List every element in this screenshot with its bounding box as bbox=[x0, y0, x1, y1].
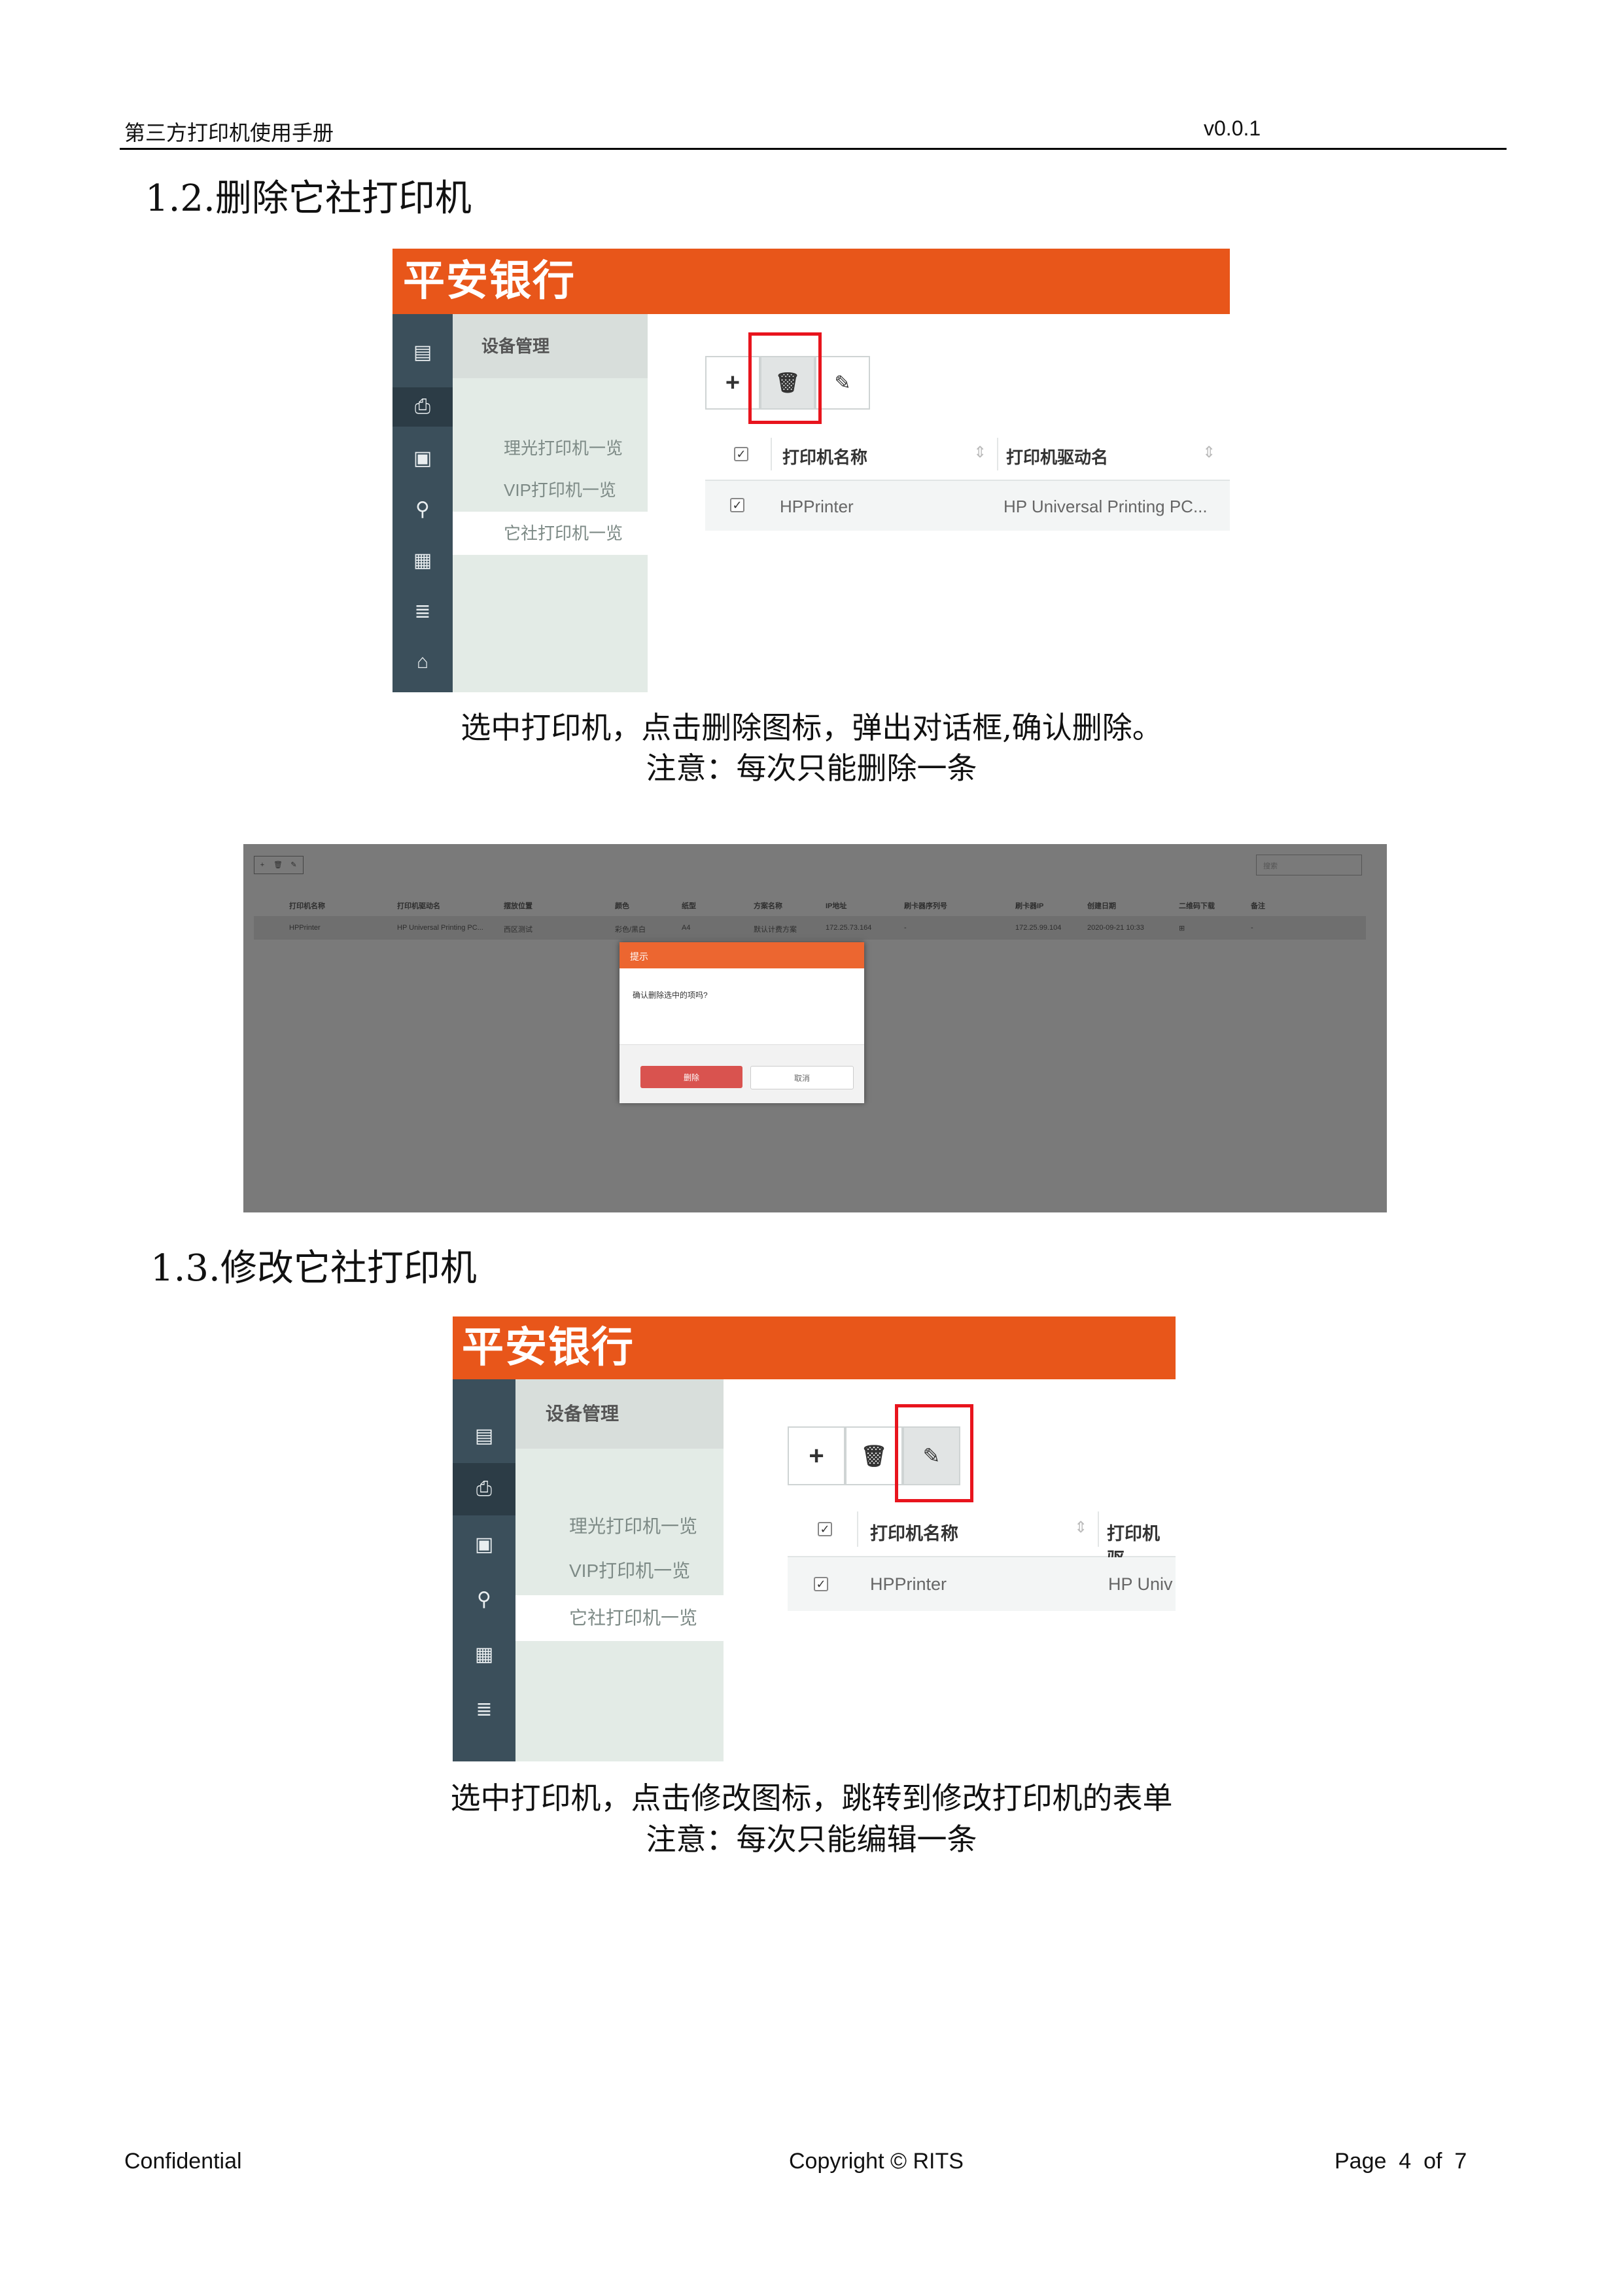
brand-logo: 平安银行 bbox=[403, 257, 576, 306]
cancel-button[interactable]: 取消 bbox=[750, 1066, 854, 1089]
database-icon[interactable]: ≣ bbox=[453, 1689, 515, 1729]
sort-icon[interactable]: ⇕ bbox=[973, 443, 986, 462]
store-icon[interactable]: ▤ bbox=[393, 332, 453, 372]
sort-icon[interactable]: ⇕ bbox=[1074, 1518, 1087, 1537]
col-printer-name[interactable]: 打印机名称 bbox=[782, 444, 867, 468]
screenshot-edit: 平安银行 ▤ ⎙ ▣ ⚲ ▦ ≣ 设备管理 理光打印机一览 VIP打印机一览 它… bbox=[453, 1316, 1176, 1761]
dialog-title: 提示 bbox=[620, 942, 864, 968]
caption-delete-2: 注意：每次只能删除一条 bbox=[646, 751, 977, 786]
nav-rail: ▤ ⎙ ▣ ⚲ ▦ ≣ bbox=[453, 1379, 515, 1761]
printer-icon[interactable]: ⎙ bbox=[453, 1463, 515, 1515]
screenshot-delete-dialog: + 🗑 ✎ 搜索 打印机名称 打印机驱动名 摆放位置 颜色 纸型 方案名称 IP… bbox=[243, 844, 1387, 1212]
caption-edit-1: 选中打印机，点击修改图标，跳转到修改打印机的表单 bbox=[450, 1780, 1173, 1816]
footer-page-number: Page 4 of 7 bbox=[1335, 2149, 1467, 2174]
confirm-dialog: 提示 确认删除选中的项吗? 删除 取消 bbox=[620, 942, 864, 1103]
confirm-delete-button[interactable]: 删除 bbox=[640, 1066, 742, 1088]
select-all-checkbox[interactable]: ✓ bbox=[818, 1522, 832, 1536]
col-header: 打印机名称 bbox=[289, 902, 325, 910]
col-header: 备注 bbox=[1251, 902, 1265, 910]
cell-printer-name: HPPrinter bbox=[780, 497, 854, 516]
menu-header: 设备管理 bbox=[453, 314, 648, 378]
add-button[interactable]: + bbox=[788, 1426, 845, 1485]
col-header: 刷卡器IP bbox=[1015, 902, 1044, 910]
search-icon[interactable]: ⚲ bbox=[453, 1580, 515, 1619]
caption-edit-2: 注意：每次只能编辑一条 bbox=[646, 1822, 977, 1857]
section-heading-edit: 1.3.修改它社打印机 bbox=[150, 1247, 477, 1290]
col-header: 打印机驱动名 bbox=[397, 902, 440, 910]
edit-icon: ✎ bbox=[834, 372, 851, 394]
col-header: 颜色 bbox=[615, 902, 629, 910]
version: v0.0.1 bbox=[1204, 116, 1261, 140]
menu-header: 设备管理 bbox=[515, 1379, 724, 1449]
manual-title: 第三方打印机使用手册 bbox=[124, 120, 334, 145]
mini-toolbar: + 🗑 ✎ bbox=[254, 856, 304, 874]
col-header: 方案名称 bbox=[754, 902, 782, 910]
footer-confidential: Confidential bbox=[124, 2149, 242, 2174]
col-driver-name[interactable]: 打印机驱动名 bbox=[1006, 444, 1108, 468]
cell-driver-name: HP Universal Printing PC... bbox=[1003, 497, 1208, 516]
table-header: ✓ 打印机名称 ⇕ 打印机驱动名 ⇕ bbox=[705, 429, 1230, 481]
nav-rail: ▤ ⎙ ▣ ⚲ ▦ ≣ ⌂ bbox=[393, 314, 453, 692]
col-header: IP地址 bbox=[826, 902, 847, 910]
table-row[interactable]: ✓ HPPrinter HP Universal Printing PC... bbox=[705, 481, 1230, 531]
table-header: ✓ 打印机名称 ⇕ 打印机驱 bbox=[788, 1502, 1176, 1569]
grid-icon[interactable]: ▦ bbox=[453, 1634, 515, 1674]
screenshot-delete: 平安银行 ▤ ⎙ ▣ ⚲ ▦ ≣ ⌂ 设备管理 理光打印机一览 VIP打印机一览… bbox=[393, 249, 1230, 692]
cell-printer-name: HPPrinter bbox=[870, 1574, 947, 1594]
document-icon[interactable]: ▣ bbox=[393, 438, 453, 478]
sort-icon[interactable]: ⇕ bbox=[1202, 443, 1215, 462]
brand-logo: 平安银行 bbox=[462, 1324, 635, 1372]
menu-item-other[interactable]: 它社打印机一览 bbox=[515, 1595, 724, 1641]
printer-icon[interactable]: ⎙ bbox=[393, 387, 453, 427]
menu-item-ricoh[interactable]: 理光打印机一览 bbox=[515, 1508, 724, 1545]
trash-icon: 🗑 bbox=[860, 1444, 888, 1468]
caption-delete-1: 选中打印机，点击删除图标，弹出对话框,确认删除。 bbox=[461, 710, 1162, 745]
dialog-footer: 删除 取消 bbox=[620, 1044, 864, 1103]
menu-item-ricoh[interactable]: 理光打印机一览 bbox=[453, 431, 648, 466]
edit-icon[interactable]: ✎ bbox=[286, 857, 302, 874]
col-header: 刷卡器序列号 bbox=[904, 902, 947, 910]
select-all-checkbox[interactable]: ✓ bbox=[734, 447, 748, 461]
cell-driver-name: HP Univ bbox=[1108, 1574, 1173, 1594]
search-input[interactable]: 搜索 bbox=[1256, 855, 1362, 875]
database-icon[interactable]: ≣ bbox=[393, 592, 453, 631]
unlock-icon[interactable]: ⌂ bbox=[393, 643, 453, 682]
submenu: 设备管理 理光打印机一览 VIP打印机一览 它社打印机一览 bbox=[515, 1379, 724, 1761]
section-heading-delete: 1.2.删除它社打印机 bbox=[145, 177, 472, 220]
trash-icon[interactable]: 🗑 bbox=[270, 857, 286, 874]
add-button[interactable]: + bbox=[254, 857, 270, 874]
table-row[interactable]: ✓ HPPrinter HP Univ bbox=[788, 1557, 1176, 1611]
footer-copyright: Copyright © RITS bbox=[789, 2149, 964, 2174]
col-header: 摆放位置 bbox=[504, 902, 532, 910]
store-icon[interactable]: ▤ bbox=[453, 1416, 515, 1455]
col-header: 纸型 bbox=[682, 902, 696, 910]
dialog-message: 确认删除选中的项吗? bbox=[633, 991, 708, 1000]
col-printer-name[interactable]: 打印机名称 bbox=[870, 1519, 958, 1545]
brand-banner: 平安银行 bbox=[453, 1316, 1176, 1379]
menu-item-vip[interactable]: VIP打印机一览 bbox=[453, 472, 648, 508]
delete-button[interactable]: 🗑 bbox=[845, 1426, 903, 1485]
submenu: 设备管理 理光打印机一览 VIP打印机一览 它社打印机一览 bbox=[453, 314, 648, 692]
document-icon[interactable]: ▣ bbox=[453, 1525, 515, 1564]
menu-item-vip[interactable]: VIP打印机一览 bbox=[515, 1552, 724, 1590]
row-checkbox[interactable]: ✓ bbox=[814, 1577, 828, 1591]
row-checkbox[interactable]: ✓ bbox=[730, 498, 744, 512]
highlight-edit bbox=[895, 1404, 973, 1502]
edit-button[interactable]: ✎ bbox=[815, 356, 870, 410]
highlight-delete bbox=[748, 332, 822, 424]
grid-icon[interactable]: ▦ bbox=[393, 540, 453, 580]
search-icon[interactable]: ⚲ bbox=[393, 489, 453, 529]
qr-icon[interactable]: ⊞ bbox=[1179, 924, 1185, 932]
brand-banner: 平安银行 bbox=[393, 249, 1230, 314]
header-rule bbox=[120, 148, 1507, 150]
menu-item-other[interactable]: 它社打印机一览 bbox=[453, 512, 648, 555]
col-header: 创建日期 bbox=[1087, 902, 1116, 910]
col-header: 二维码下载 bbox=[1179, 902, 1215, 910]
